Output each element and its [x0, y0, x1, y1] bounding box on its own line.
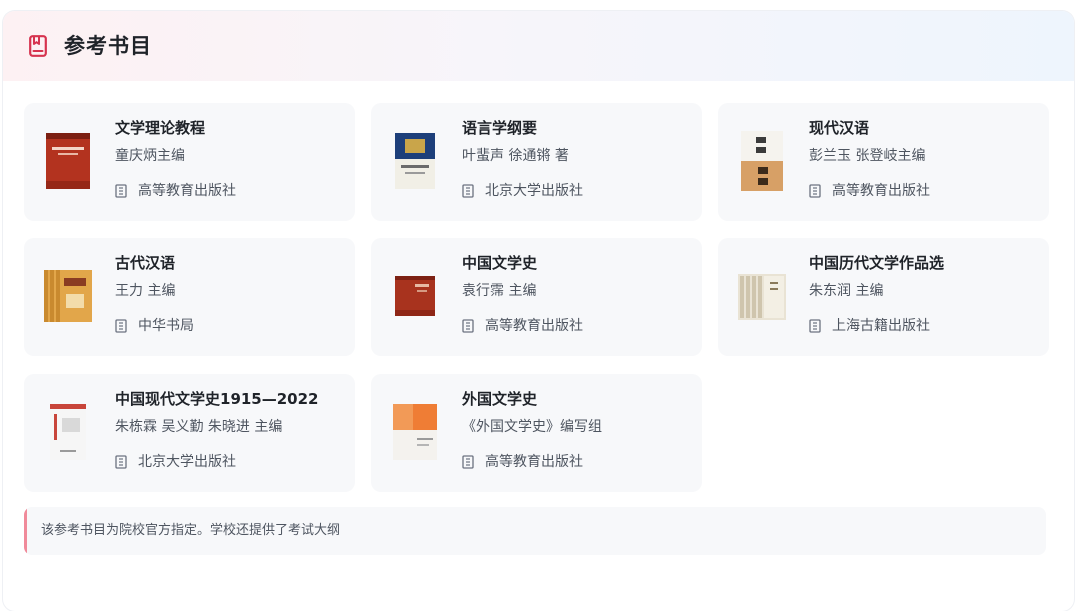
book-cover-image — [395, 276, 435, 316]
book-publisher: 上海古籍出版社 — [832, 318, 930, 334]
book-cover-image — [44, 270, 92, 322]
book-title: 语言学纲要 — [462, 119, 538, 137]
book-cover-image — [395, 133, 435, 189]
book-publisher: 北京大学出版社 — [485, 183, 583, 199]
book-icon — [29, 35, 47, 57]
book-cover-image — [393, 404, 437, 460]
book-publisher: 高等教育出版社 — [485, 454, 583, 470]
book-card[interactable]: 现代汉语 彭兰玉 张登岐主编 高等教育出版社 — [718, 103, 1049, 221]
page-title: 参考书目 — [64, 34, 152, 58]
book-publisher: 中华书局 — [138, 318, 194, 334]
book-card[interactable]: 中国历代文学作品选 朱东润 主编 上海古籍出版社 — [718, 238, 1049, 356]
book-cover-image — [738, 274, 786, 320]
book-author: 朱栋霖 吴义勤 朱晓进 主编 — [115, 419, 283, 435]
book-card[interactable]: 外国文学史 《外国文学史》编写组 高等教育出版社 — [371, 374, 702, 492]
book-title: 文学理论教程 — [115, 119, 206, 137]
notice-text: 该参考书目为院校官方指定。学校还提供了考试大纲 — [41, 523, 341, 538]
building-icon — [809, 319, 821, 333]
building-icon — [115, 184, 127, 198]
book-publisher: 北京大学出版社 — [138, 454, 236, 470]
book-card[interactable]: 语言学纲要 叶蜚声 徐通锵 著 北京大学出版社 — [371, 103, 702, 221]
book-author: 童庆炳主编 — [115, 148, 185, 164]
panel-header: 参考书目 — [3, 11, 1074, 81]
building-icon — [115, 319, 127, 333]
book-card[interactable]: 中国文学史 袁行霈 主编 高等教育出版社 — [371, 238, 702, 356]
book-cover-image — [50, 404, 86, 460]
book-title: 外国文学史 — [462, 390, 538, 408]
book-publisher: 高等教育出版社 — [832, 183, 930, 199]
book-title: 中国现代文学史1915—2022 — [115, 390, 319, 408]
book-publisher: 高等教育出版社 — [138, 183, 236, 199]
book-cover-image — [741, 131, 783, 191]
book-card[interactable]: 中国现代文学史1915—2022 朱栋霖 吴义勤 朱晓进 主编 北京大学出版社 — [24, 374, 355, 492]
building-icon — [809, 184, 821, 198]
book-card[interactable]: 古代汉语 王力 主编 中华书局 — [24, 238, 355, 356]
book-title: 中国历代文学作品选 — [809, 254, 945, 272]
building-icon — [462, 319, 474, 333]
book-title: 中国文学史 — [462, 254, 538, 272]
book-author: 朱东润 主编 — [809, 283, 884, 299]
notice-accent-bar — [24, 507, 27, 555]
building-icon — [462, 184, 474, 198]
building-icon — [462, 455, 474, 469]
book-author: 《外国文学史》编写组 — [462, 419, 602, 435]
book-author: 袁行霈 主编 — [462, 283, 537, 299]
book-author: 彭兰玉 张登岐主编 — [809, 148, 926, 164]
book-publisher: 高等教育出版社 — [485, 318, 583, 334]
book-title: 古代汉语 — [115, 254, 176, 272]
book-cover-image — [46, 133, 90, 189]
book-title: 现代汉语 — [809, 119, 870, 137]
building-icon — [115, 455, 127, 469]
notice-banner: 该参考书目为院校官方指定。学校还提供了考试大纲 — [24, 507, 1046, 555]
book-author: 王力 主编 — [115, 283, 176, 299]
book-card[interactable]: 文学理论教程 童庆炳主编 高等教育出版社 — [24, 103, 355, 221]
book-author: 叶蜚声 徐通锵 著 — [462, 148, 569, 164]
